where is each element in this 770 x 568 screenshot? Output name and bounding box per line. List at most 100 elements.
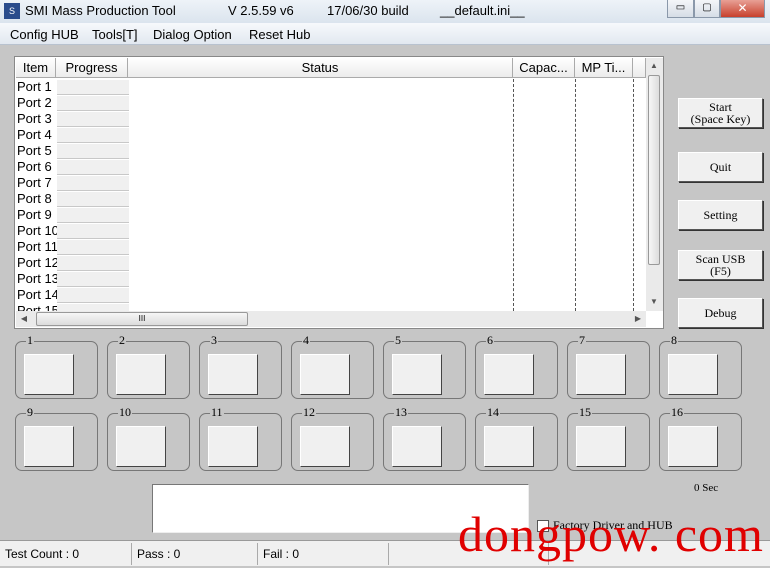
pass-count: Pass : 0 <box>132 543 258 565</box>
table-row[interactable]: Port 4 <box>16 127 646 143</box>
port-status-indicator[interactable] <box>208 426 258 467</box>
port-label: Port 9 <box>17 207 52 222</box>
port-number: 5 <box>394 333 402 348</box>
scroll-down-icon[interactable]: ▼ <box>646 294 662 310</box>
setting-button[interactable]: Setting <box>678 200 763 230</box>
port-label: Port 13 <box>17 271 57 286</box>
port-box: 1 <box>15 333 98 399</box>
column-extra[interactable] <box>633 58 646 78</box>
table-row[interactable]: Port 7 <box>16 175 646 191</box>
port-status-indicator[interactable] <box>24 426 74 467</box>
port-label: Port 8 <box>17 191 52 206</box>
app-icon: S <box>4 3 20 19</box>
start-button[interactable]: Start (Space Key) <box>678 98 763 128</box>
horizontal-scrollbar[interactable]: ◀ III ▶ <box>16 311 646 327</box>
scroll-right-icon[interactable]: ▶ <box>630 311 646 327</box>
vertical-scroll-thumb[interactable] <box>648 75 660 265</box>
progress-bar <box>57 128 129 143</box>
port-list[interactable]: Item Progress Status Capac... MP Ti... P… <box>14 56 664 329</box>
table-row[interactable]: Port 12 <box>16 255 646 271</box>
scroll-up-icon[interactable]: ▲ <box>646 58 662 74</box>
port-status-indicator[interactable] <box>484 354 534 395</box>
table-row[interactable]: Port 9 <box>16 207 646 223</box>
port-box: 16 <box>659 405 742 471</box>
port-status-indicator[interactable] <box>300 426 350 467</box>
port-label: Port 2 <box>17 95 52 110</box>
table-row[interactable]: Port 8 <box>16 191 646 207</box>
progress-bar <box>57 256 129 271</box>
port-label: Port 1 <box>17 79 52 94</box>
fail-count: Fail : 0 <box>258 543 389 565</box>
port-status-indicator[interactable] <box>300 354 350 395</box>
column-item[interactable]: Item <box>16 58 56 78</box>
port-status-indicator[interactable] <box>208 354 258 395</box>
port-label: Port 3 <box>17 111 52 126</box>
progress-bar <box>57 176 129 191</box>
table-row[interactable]: Port 2 <box>16 95 646 111</box>
menu-config-hub[interactable]: Config HUB <box>10 27 79 42</box>
port-status-indicator[interactable] <box>576 354 626 395</box>
column-progress[interactable]: Progress <box>56 58 128 78</box>
menu-reset-hub[interactable]: Reset Hub <box>249 27 310 42</box>
progress-bar <box>57 160 129 175</box>
test-count: Test Count : 0 <box>0 543 132 565</box>
column-mp-time[interactable]: MP Ti... <box>575 58 633 78</box>
port-box: 11 <box>199 405 282 471</box>
progress-bar <box>57 224 129 239</box>
quit-button[interactable]: Quit <box>678 152 763 182</box>
port-box: 14 <box>475 405 558 471</box>
port-number: 15 <box>578 405 592 420</box>
port-number: 10 <box>118 405 132 420</box>
maximize-button[interactable]: ▢ <box>694 0 720 18</box>
progress-bar <box>57 192 129 207</box>
progress-bar <box>57 144 129 159</box>
app-title: SMI Mass Production Tool <box>25 3 176 18</box>
table-row[interactable]: Port 14 <box>16 287 646 303</box>
port-status-indicator[interactable] <box>668 426 718 467</box>
version: V 2.5.59 v6 <box>228 3 294 18</box>
port-box: 4 <box>291 333 374 399</box>
port-status-indicator[interactable] <box>392 426 442 467</box>
build: 17/06/30 build <box>327 3 409 18</box>
table-row[interactable]: Port 11 <box>16 239 646 255</box>
horizontal-scroll-thumb[interactable]: III <box>36 312 248 326</box>
progress-bar <box>57 208 129 223</box>
port-label: Port 10 <box>17 223 57 238</box>
port-number: 16 <box>670 405 684 420</box>
menu-dialog-option[interactable]: Dialog Option <box>153 27 232 42</box>
start-shortcut: (Space Key) <box>690 112 751 126</box>
port-status-indicator[interactable] <box>484 426 534 467</box>
vertical-scrollbar[interactable]: ▲ ▼ <box>646 58 663 311</box>
port-status-indicator[interactable] <box>576 426 626 467</box>
column-capacity[interactable]: Capac... <box>513 58 575 78</box>
debug-button[interactable]: Debug <box>678 298 763 328</box>
port-number: 7 <box>578 333 586 348</box>
title-bar: S SMI Mass Production Tool V 2.5.59 v6 1… <box>0 0 770 23</box>
table-row[interactable]: Port 10 <box>16 223 646 239</box>
port-box: 9 <box>15 405 98 471</box>
table-row[interactable]: Port 13 <box>16 271 646 287</box>
port-box: 6 <box>475 333 558 399</box>
scroll-left-icon[interactable]: ◀ <box>16 311 32 327</box>
table-row[interactable]: Port 6 <box>16 159 646 175</box>
port-box: 2 <box>107 333 190 399</box>
port-status-indicator[interactable] <box>116 354 166 395</box>
table-row[interactable]: Port 1 <box>16 79 646 95</box>
port-number: 8 <box>670 333 678 348</box>
port-status-indicator[interactable] <box>392 354 442 395</box>
scan-usb-button[interactable]: Scan USB (F5) <box>678 250 763 280</box>
port-number: 6 <box>486 333 494 348</box>
table-row[interactable]: Port 3 <box>16 111 646 127</box>
port-label: Port 4 <box>17 127 52 142</box>
close-button[interactable]: ✕ <box>720 0 765 18</box>
menu-tools[interactable]: Tools[T] <box>92 27 138 42</box>
progress-bar <box>57 240 129 255</box>
scan-shortcut: (F5) <box>710 264 731 278</box>
table-row[interactable]: Port 5 <box>16 143 646 159</box>
column-status[interactable]: Status <box>128 58 513 78</box>
menu-bar: Config HUB Tools[T] Dialog Option Reset … <box>0 23 770 45</box>
port-status-indicator[interactable] <box>668 354 718 395</box>
port-status-indicator[interactable] <box>24 354 74 395</box>
minimize-button[interactable]: ▭ <box>667 0 694 18</box>
port-status-indicator[interactable] <box>116 426 166 467</box>
